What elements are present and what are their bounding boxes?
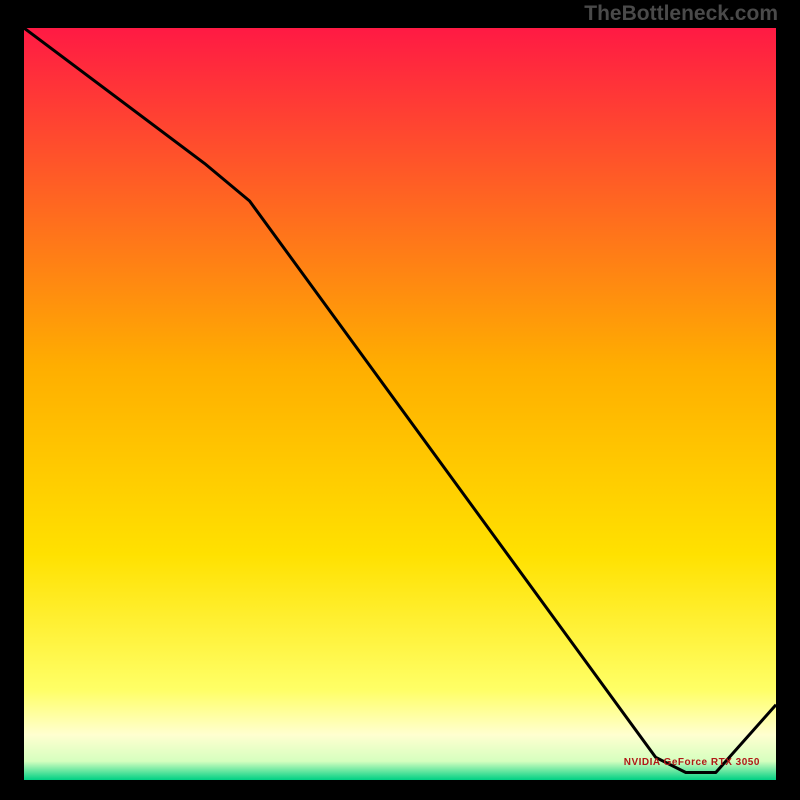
- chart-container: TheBottleneck.com NVIDIA GeForce RTX 305…: [0, 0, 800, 800]
- plot-background: [24, 28, 776, 780]
- bottleneck-chart: [0, 0, 800, 800]
- gpu-annotation: NVIDIA GeForce RTX 3050: [624, 757, 760, 768]
